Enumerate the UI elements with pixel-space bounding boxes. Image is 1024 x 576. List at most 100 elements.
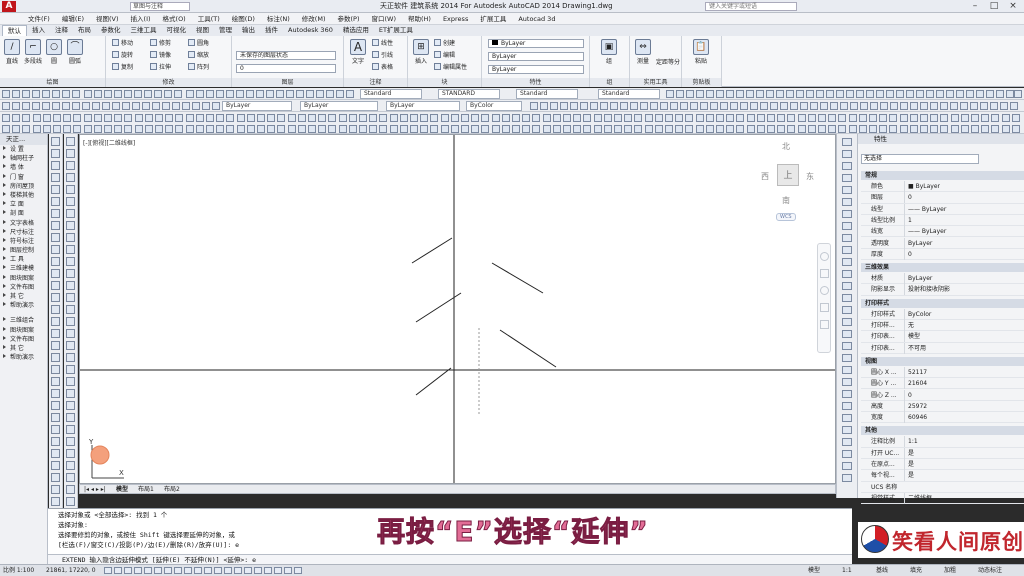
toolbar-icon[interactable] [850, 102, 858, 110]
toolbar-icon[interactable] [32, 102, 40, 110]
toolbar-icon[interactable] [690, 102, 698, 110]
toolbar-icon[interactable] [32, 114, 41, 122]
toolbar-icon[interactable] [195, 114, 204, 122]
toolbar-icon[interactable] [810, 102, 818, 110]
toolbar-icon[interactable] [379, 114, 388, 122]
toolbar-icon[interactable] [826, 90, 834, 98]
palette-icon[interactable] [842, 186, 852, 194]
drawn-line[interactable] [415, 367, 452, 396]
status-right-item[interactable]: 动态标注 [978, 565, 1002, 576]
toolbar-icon[interactable] [52, 90, 60, 98]
viewcube[interactable]: 北 西 东 南 上 WCS [758, 141, 818, 231]
toolbar-icon[interactable] [132, 102, 140, 110]
status-scale[interactable]: 比例 1:100 [3, 565, 34, 576]
toolbar-icon[interactable] [828, 114, 837, 122]
toolbar-icon[interactable] [266, 90, 274, 98]
toolbar-icon[interactable] [236, 90, 244, 98]
toolbar-icon[interactable] [257, 125, 265, 133]
toolbar-icon[interactable] [192, 102, 200, 110]
toolbar-icon[interactable] [940, 102, 948, 110]
toolbar-icon[interactable] [886, 90, 894, 98]
ribbon-tab[interactable]: 参数化 [96, 25, 126, 36]
property-row[interactable]: 每个视... 是 [861, 470, 1024, 482]
tool-icon[interactable] [51, 317, 60, 326]
toolbar-icon[interactable] [670, 102, 678, 110]
palette-icon[interactable] [842, 210, 852, 218]
toolbar-icon[interactable] [936, 90, 944, 98]
screen-menu-item[interactable]: 轴网柱子 [0, 154, 47, 163]
toolbar-icon[interactable] [62, 102, 70, 110]
tool-icon[interactable] [51, 353, 60, 362]
toolbar-icon[interactable] [104, 114, 112, 122]
toolbar-icon[interactable] [142, 102, 150, 110]
toolbar-icon[interactable] [379, 125, 388, 133]
toolbar-icon[interactable] [610, 102, 618, 110]
toolbar-icon[interactable] [746, 125, 755, 133]
toolbar-icon[interactable] [600, 102, 608, 110]
toolbar-icon[interactable] [114, 90, 122, 98]
toolbar-icon[interactable] [940, 125, 949, 133]
property-value[interactable]: 21604 [904, 378, 1024, 390]
toolbar-icon[interactable] [195, 125, 204, 133]
palette-icon[interactable] [842, 450, 852, 458]
search-input[interactable]: 键入关键字或短语 [705, 2, 797, 11]
ribbon-tab[interactable]: 可视化 [162, 25, 192, 36]
palette-icon[interactable] [842, 318, 852, 326]
toolbar-icon[interactable] [593, 125, 602, 133]
tool-icon[interactable] [51, 497, 60, 506]
toolbar-icon[interactable] [226, 125, 235, 133]
status-toggle-icon[interactable] [214, 567, 222, 574]
toolbar-icon[interactable] [174, 90, 182, 98]
toolbar-icon[interactable] [540, 102, 548, 110]
status-right-item[interactable]: 1:1 [842, 565, 852, 576]
toolbar-icon[interactable] [705, 114, 714, 122]
status-right-item[interactable]: 填充 [910, 565, 922, 576]
toolbar-icon[interactable] [1011, 125, 1020, 133]
palette-icon[interactable] [842, 414, 852, 422]
toolbar-icon[interactable] [756, 125, 765, 133]
toolbar-icon[interactable] [297, 114, 306, 122]
toolbar-icon[interactable] [970, 102, 978, 110]
ribbon-tab[interactable]: 管理 [214, 25, 237, 36]
property-value[interactable]: 60946 [904, 412, 1024, 424]
property-row[interactable]: 视觉样式 二维线框 [861, 492, 1024, 505]
toolbar-icon[interactable] [338, 114, 347, 122]
toolbar-icon[interactable] [889, 125, 898, 133]
create-block-button[interactable]: 创建 [434, 39, 455, 48]
property-row[interactable]: 圆心 Y ... 21604 [861, 378, 1024, 390]
palette-icon[interactable] [842, 378, 852, 386]
tool-icon[interactable] [51, 437, 60, 446]
tool-icon[interactable] [66, 173, 75, 182]
property-value[interactable]: 是 [904, 459, 1024, 470]
property-value[interactable]: 1:1 [904, 436, 1024, 448]
toolbar-icon[interactable] [869, 114, 877, 122]
toolbar-icon[interactable] [624, 114, 633, 122]
status-toggle-icon[interactable] [114, 567, 122, 574]
property-value[interactable]: 不可用 [904, 342, 1024, 354]
tool-icon[interactable] [51, 185, 60, 194]
property-section-header[interactable]: 视图 [861, 356, 1024, 366]
layers-panel-label[interactable]: 图层 [232, 78, 343, 87]
toolbar-icon[interactable] [450, 125, 459, 133]
toolbar-icon[interactable] [787, 125, 796, 133]
property-row[interactable]: 打印表... 模型 [861, 331, 1024, 343]
toolbar-icon[interactable] [848, 125, 857, 133]
toolbar-icon[interactable] [726, 125, 735, 133]
block-panel-label[interactable]: 块 [408, 78, 481, 87]
toolbar-icon[interactable] [185, 114, 194, 122]
toolbar-icon[interactable] [991, 114, 1000, 122]
tool-icon[interactable] [66, 341, 75, 350]
toolbar-icon[interactable] [860, 102, 868, 110]
toolbar-icon[interactable] [440, 125, 449, 133]
screen-menu-item[interactable]: 墙 体 [0, 163, 47, 172]
zoom-icon[interactable] [819, 286, 829, 295]
toolbar-icon[interactable] [481, 125, 490, 133]
toolbar-icon[interactable] [1011, 114, 1020, 122]
toolbar-icon[interactable] [501, 114, 510, 122]
tool-icon[interactable] [51, 329, 60, 338]
toolbar-icon[interactable] [552, 125, 561, 133]
toolbar-icon[interactable] [573, 114, 582, 122]
toolbar-icon[interactable] [777, 125, 786, 133]
toolbar-icon[interactable] [593, 114, 602, 122]
ribbon-tab[interactable]: 注释 [50, 25, 73, 36]
